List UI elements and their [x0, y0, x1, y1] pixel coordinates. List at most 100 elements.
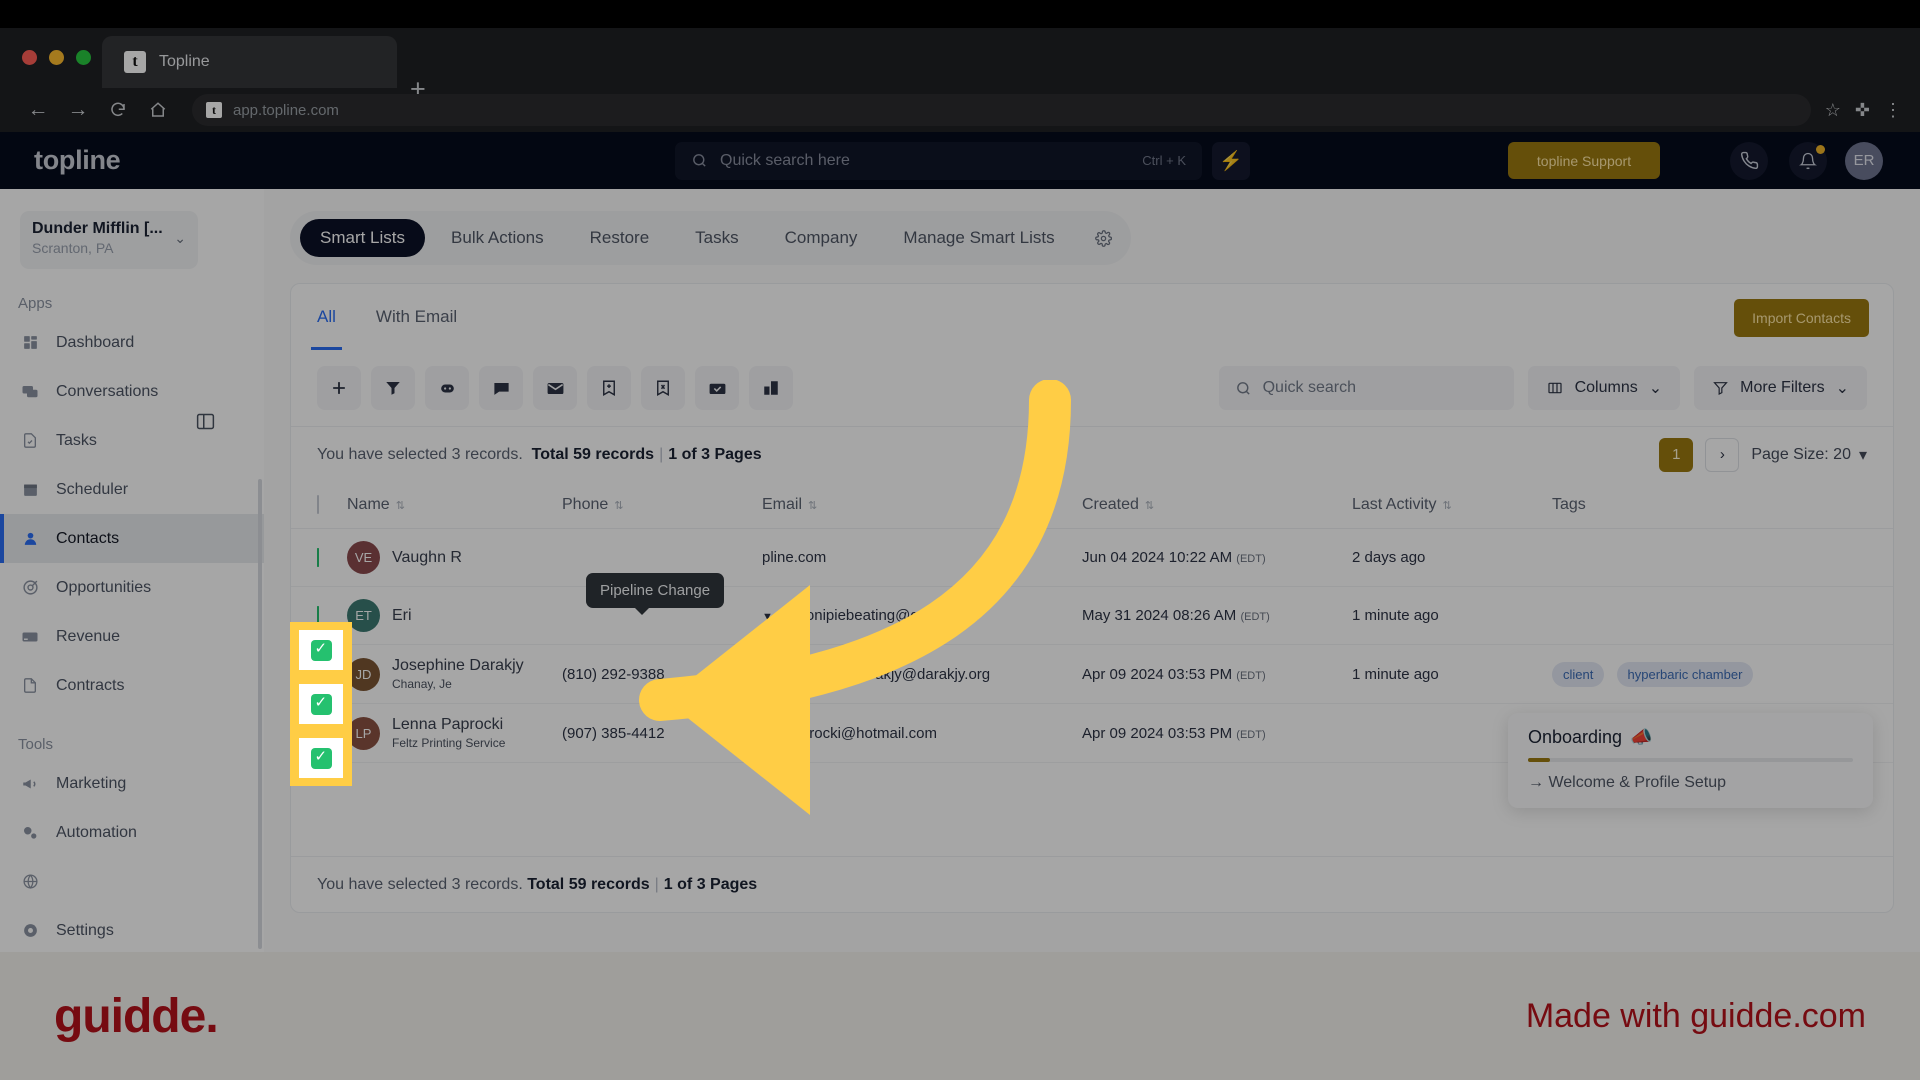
tab-tasks[interactable]: Tasks [675, 219, 758, 257]
select-all-checkbox[interactable] [317, 495, 319, 514]
column-email[interactable]: Email ⇅ [762, 482, 1082, 529]
subtab-with-email[interactable]: With Email [376, 284, 457, 350]
columns-dropdown[interactable]: Columns ⌄ [1527, 366, 1681, 410]
minimize-window-button[interactable] [49, 50, 64, 65]
tag-remove-icon [657, 380, 669, 396]
tag-add-icon-button[interactable] [587, 366, 631, 410]
sidebar-scrollbar[interactable] [258, 479, 262, 949]
sms-icon-button[interactable] [479, 366, 523, 410]
dashboard-icon [20, 333, 40, 353]
bookmark-star-icon[interactable]: ☆ [1825, 100, 1841, 121]
extensions-icon[interactable]: ✜ [1855, 100, 1870, 121]
site-favicon: t [206, 102, 222, 118]
tab-company[interactable]: Company [765, 219, 878, 257]
onboarding-popup[interactable]: Onboarding 📣 → Welcome & Profile Setup [1508, 713, 1873, 808]
sidebar-item-contacts[interactable]: Contacts [0, 514, 264, 563]
pipeline-change-filter-button[interactable] [371, 366, 415, 410]
table-row[interactable]: JD Josephine Darakjy Chanay, Je (810) 29… [291, 644, 1893, 704]
table-row[interactable]: ET Eri ▼ jabronipiebeating@gmail.com May … [291, 586, 1893, 645]
add-icon-button[interactable] [317, 366, 361, 410]
table-search-placeholder: Quick search [1262, 379, 1356, 396]
card-icon [20, 627, 40, 647]
address-bar[interactable]: t app.topline.com [192, 94, 1811, 126]
row-checkbox-highlighted[interactable] [310, 693, 332, 715]
sidebar-item-conversations[interactable]: Conversations [0, 367, 264, 416]
tag-chip[interactable]: client [1552, 661, 1605, 687]
chevron-down-icon: ▾ [1858, 446, 1867, 464]
next-page-button[interactable]: › [1705, 437, 1740, 472]
tag-remove-icon-button[interactable] [641, 366, 685, 410]
company-icon-button[interactable] [749, 366, 793, 410]
sidebar-item-contracts[interactable]: Contracts [0, 661, 264, 710]
tab-bulk-actions[interactable]: Bulk Actions [431, 219, 564, 257]
tab-restore[interactable]: Restore [570, 219, 670, 257]
reload-icon[interactable] [98, 90, 138, 130]
select-all-header[interactable] [291, 482, 347, 529]
browser-tab[interactable]: t Topline [102, 36, 397, 88]
page-1-button[interactable]: 1 [1659, 437, 1694, 472]
email-icon-button[interactable] [533, 366, 577, 410]
row-checkbox-highlighted[interactable] [310, 639, 332, 661]
highlight-checkbox-inner-1[interactable] [299, 630, 343, 670]
onboarding-link[interactable]: → Welcome & Profile Setup [1528, 774, 1853, 792]
browser-menu-icon[interactable]: ⋮ [1884, 100, 1902, 121]
person-icon [20, 529, 40, 549]
window-controls[interactable] [22, 50, 91, 65]
row-name-cell: LP Lenna Paprocki Feltz Printing Service [347, 703, 562, 763]
row-created-cell: Apr 09 2024 03:53 PM (EDT) [1082, 703, 1352, 763]
bot-icon-button[interactable] [425, 366, 469, 410]
tab-smart-lists[interactable]: Smart Lists [300, 219, 426, 257]
sidebar-item-settings[interactable]: Settings [0, 906, 264, 955]
sidebar-item-automation[interactable]: Automation [0, 808, 264, 857]
app-logo[interactable]: topline [34, 145, 121, 176]
table-search-input[interactable]: Quick search [1218, 366, 1514, 410]
close-window-button[interactable] [22, 50, 37, 65]
column-tags[interactable]: Tags [1552, 482, 1893, 529]
table-header-row: Name ⇅ Phone ⇅ Email ⇅ Created ⇅ Last Activi… [291, 482, 1893, 529]
notifications-button[interactable] [1789, 141, 1827, 180]
column-last-activity[interactable]: Last Activity ⇅ [1352, 482, 1552, 529]
column-created[interactable]: Created ⇅ [1082, 482, 1352, 529]
forward-icon[interactable]: → [58, 90, 98, 130]
global-search-input[interactable]: Quick search here Ctrl + K [675, 141, 1202, 180]
tab-manage-smart-lists[interactable]: Manage Smart Lists [883, 219, 1074, 257]
import-contacts-button[interactable]: Import Contacts [1734, 299, 1869, 337]
task-icon [20, 431, 40, 451]
sidebar-item-sites[interactable] [0, 857, 264, 906]
filter-icon [386, 382, 400, 395]
screenshot-root: t Topline + ← → t app.topline.com ☆ ✜ ⋮ … [0, 0, 1920, 1080]
back-icon[interactable]: ← [18, 90, 58, 130]
sidebar-item-dashboard[interactable]: Dashboard [0, 318, 264, 367]
phone-icon-button[interactable] [1730, 141, 1768, 180]
more-filters-dropdown[interactable]: More Filters ⌄ [1694, 366, 1867, 410]
tag-chip[interactable]: hyperbaric chamber [1616, 661, 1754, 687]
column-label: Tags [1552, 496, 1586, 513]
quick-actions-bolt-icon[interactable]: ⚡ [1212, 141, 1250, 180]
highlight-checkbox-inner-2[interactable] [299, 684, 343, 724]
sidebar-item-scheduler[interactable]: Scheduler [0, 465, 264, 514]
sidebar-item-marketing[interactable]: Marketing [0, 759, 264, 808]
tabs-settings-gear-icon[interactable] [1087, 221, 1121, 255]
sidebar-item-opportunities[interactable]: Opportunities [0, 563, 264, 612]
home-icon[interactable] [138, 90, 178, 130]
row-checkbox[interactable] [317, 548, 319, 567]
table-row[interactable]: VE Vaughn R pline.com Jun 04 2024 10:22 … [291, 528, 1893, 587]
mail-check-icon-button[interactable] [695, 366, 739, 410]
sidebar-item-tasks[interactable]: Tasks [0, 416, 264, 465]
maximize-window-button[interactable] [76, 50, 91, 65]
sidebar-item-revenue[interactable]: Revenue [0, 612, 264, 661]
column-name[interactable]: Name ⇅ [347, 482, 562, 529]
filter-icon [1713, 382, 1728, 395]
user-avatar[interactable]: ER [1845, 141, 1883, 180]
highlight-checkbox-inner-3[interactable] [299, 738, 343, 778]
org-switcher[interactable]: Dunder Mifflin [... Scranton, PA ⌄ [20, 211, 198, 269]
row-checkbox-highlighted[interactable] [310, 747, 332, 769]
separator: | [659, 445, 664, 463]
search-icon [693, 154, 706, 167]
support-button[interactable]: topline Support [1508, 142, 1660, 179]
column-phone[interactable]: Phone ⇅ [562, 482, 762, 529]
page-size-dropdown[interactable]: Page Size: 20 ▾ [1751, 445, 1867, 465]
row-checkbox-cell[interactable] [291, 528, 347, 587]
total-records-text: Total 59 records [531, 445, 655, 463]
subtab-all[interactable]: All [311, 284, 342, 350]
